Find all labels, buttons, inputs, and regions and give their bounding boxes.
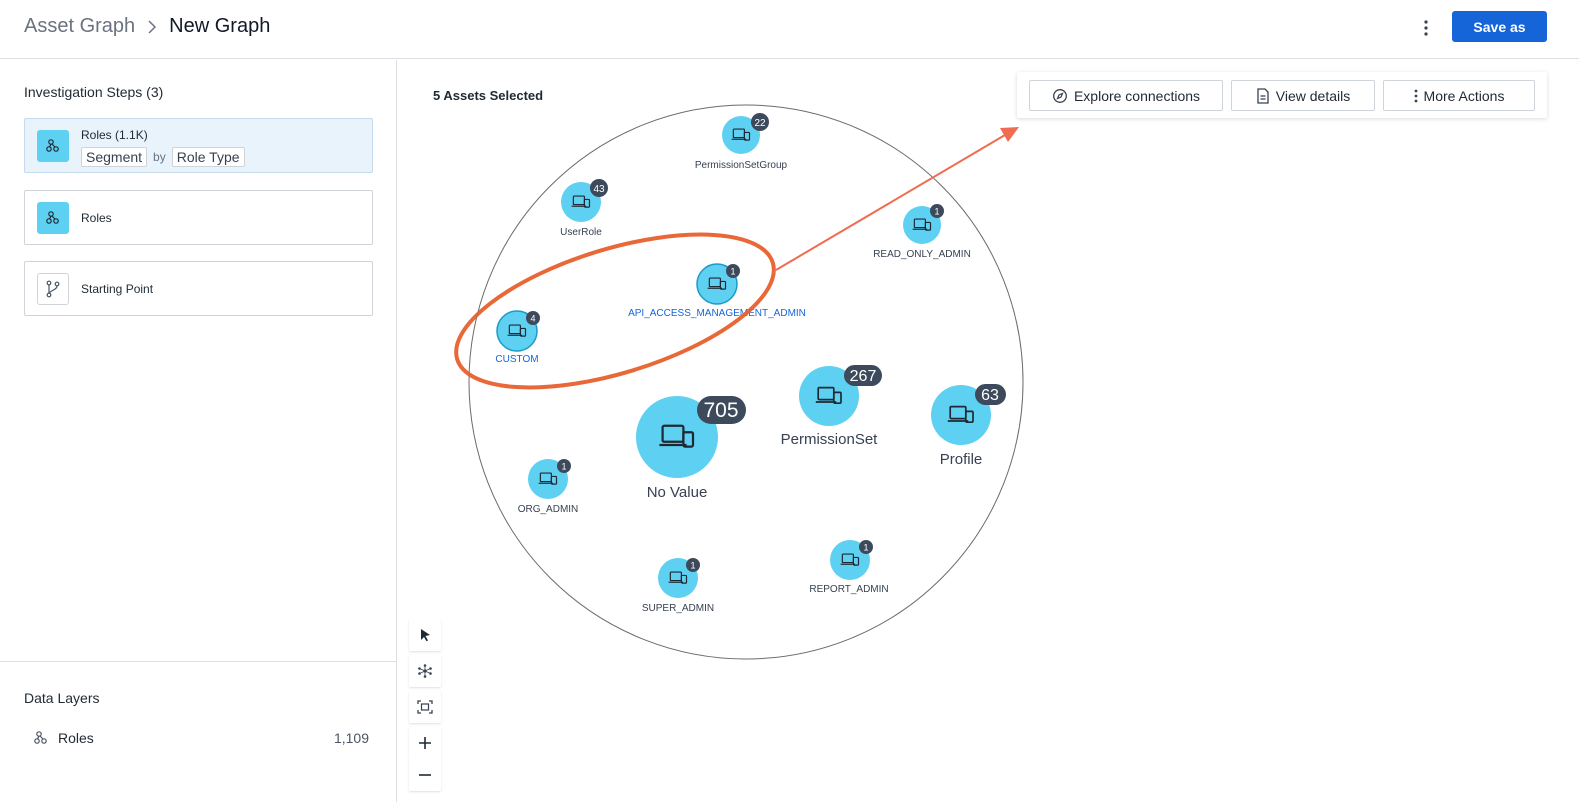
more-options-icon[interactable]: [1414, 14, 1438, 42]
zoom-out-icon[interactable]: [409, 759, 441, 791]
role-type-chip[interactable]: Role Type: [171, 147, 245, 167]
node-count-badge: 22: [754, 118, 766, 129]
divider: [0, 661, 396, 662]
node-label: PermissionSetGroup: [695, 160, 788, 171]
save-as-button[interactable]: Save as: [1452, 11, 1547, 42]
node-count-badge: 1: [690, 561, 695, 571]
assets-selected-count: 5 Assets Selected: [433, 88, 544, 103]
segment-chip[interactable]: Segment: [81, 147, 148, 167]
node-count-badge: 267: [850, 368, 877, 385]
segment-row: Segment by Role Type: [81, 147, 245, 167]
node-custom[interactable]: 4 CUSTOM: [495, 310, 540, 365]
layer-label: Roles: [58, 730, 94, 746]
explore-connections-label: Explore connections: [1073, 87, 1201, 104]
node-label: PermissionSet: [781, 431, 879, 448]
view-details-label: View details: [1275, 87, 1351, 104]
step-label: Roles (1.1K): [81, 128, 148, 142]
breadcrumb-asset-graph-link[interactable]: Asset Graph: [24, 15, 135, 38]
node-label: SUPER_ADMIN: [642, 603, 714, 614]
steps-title: Investigation Steps (3): [24, 84, 164, 100]
select-pointer-icon[interactable]: [409, 619, 441, 651]
fit-to-screen-icon[interactable]: [409, 691, 441, 723]
compass-icon: [1052, 88, 1068, 104]
graph-canvas[interactable]: [397, 60, 1579, 802]
step-label: Roles: [81, 211, 112, 225]
document-icon: [1256, 87, 1270, 104]
zoom-in-icon[interactable]: [409, 727, 441, 759]
node-count-badge: 4: [530, 314, 535, 324]
node-count-badge: 43: [593, 184, 605, 195]
node-label: API_ACCESS_MANAGEMENT_ADMIN: [628, 308, 806, 319]
layer-count: 1,109: [333, 730, 369, 746]
node-label: CUSTOM: [495, 354, 538, 365]
view-details-button[interactable]: View details: [1231, 80, 1375, 111]
investigation-panel: Investigation Steps (3) Roles (1.1K) Seg…: [0, 60, 397, 802]
step-roles-segmented[interactable]: Roles (1.1K) Segment by Role Type: [24, 118, 373, 173]
top-header: Asset Graph New Graph Save as: [0, 0, 1579, 59]
step-starting-point[interactable]: Starting Point: [24, 261, 373, 316]
selection-actions-bar: Explore connections View details More Ac…: [1017, 72, 1547, 118]
node-count-badge: 1: [863, 543, 868, 553]
node-label: READ_ONLY_ADMIN: [873, 249, 971, 260]
node-count-badge: 1: [561, 462, 566, 472]
more-actions-button[interactable]: More Actions: [1383, 80, 1535, 111]
data-layers-title: Data Layers: [24, 690, 100, 706]
layout-network-icon[interactable]: [409, 655, 441, 687]
layer-row-roles[interactable]: Roles 1,109: [24, 728, 369, 748]
explore-connections-button[interactable]: Explore connections: [1029, 80, 1223, 111]
node-count-badge: 63: [981, 387, 999, 404]
more-vertical-icon: [1414, 89, 1418, 103]
branch-icon: [37, 273, 69, 305]
segment-by-text: by: [153, 150, 166, 164]
node-count-badge: 1: [934, 207, 939, 217]
roles-icon: [32, 729, 50, 747]
page-title: New Graph: [169, 15, 271, 37]
node-count-badge: 705: [703, 399, 738, 422]
step-label: Starting Point: [81, 282, 154, 296]
node-label: No Value: [647, 484, 708, 501]
chevron-right-icon: [147, 19, 157, 34]
node-count-badge: 1: [730, 267, 735, 277]
breadcrumb: Asset Graph New Graph: [24, 15, 270, 38]
roles-icon: [37, 202, 69, 234]
node-label: REPORT_ADMIN: [809, 584, 888, 595]
node-label: UserRole: [560, 227, 602, 238]
roles-icon: [37, 130, 69, 162]
node-label: Profile: [940, 451, 983, 468]
more-actions-label: More Actions: [1423, 87, 1505, 104]
step-roles[interactable]: Roles: [24, 190, 373, 245]
node-label: ORG_ADMIN: [518, 504, 579, 515]
